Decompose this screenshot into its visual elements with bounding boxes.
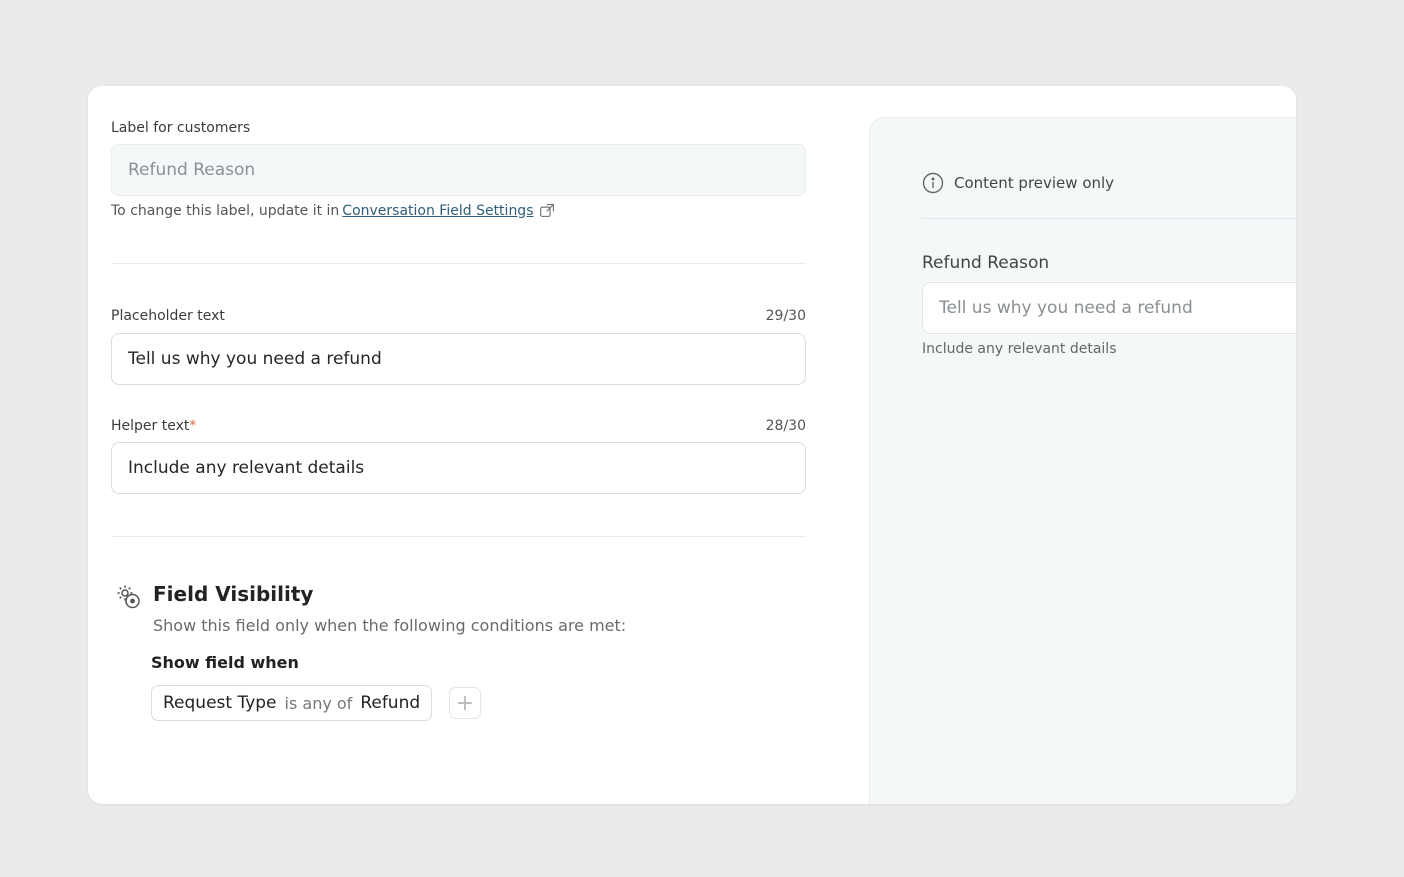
placeholder-text-input[interactable]: Tell us why you need a refund xyxy=(111,333,806,385)
helper-text-input[interactable]: Include any relevant details xyxy=(111,442,806,494)
preview-field-label: Refund Reason xyxy=(922,253,1050,273)
preview-divider xyxy=(922,218,1296,219)
preview-field-input: Tell us why you need a refund xyxy=(922,282,1296,334)
required-mark: * xyxy=(189,418,197,434)
info-icon xyxy=(922,172,944,194)
external-link-icon[interactable] xyxy=(539,202,556,219)
settings-form: Label for customers Refund Reason To cha… xyxy=(111,86,806,804)
helper-char-count: 28/30 xyxy=(765,418,806,434)
placeholder-char-count: 29/30 xyxy=(765,308,806,324)
field-settings-card: Label for customers Refund Reason To cha… xyxy=(88,86,1296,804)
helper-text-label-text: Helper text xyxy=(111,418,190,434)
field-visibility-subtitle: Show this field only when the following … xyxy=(153,616,627,635)
placeholder-text-value: Tell us why you need a refund xyxy=(128,349,382,369)
conversation-field-settings-link[interactable]: Conversation Field Settings xyxy=(342,203,533,219)
label-change-note-text: To change this label, update it in xyxy=(111,202,340,219)
helper-text-label: Helper text* xyxy=(111,418,196,434)
label-change-note: To change this label, update it in Conve… xyxy=(111,202,556,219)
field-visibility-title: Field Visibility xyxy=(153,582,314,606)
plus-icon: + xyxy=(455,690,475,716)
condition-value: Refund xyxy=(360,693,421,713)
section-divider xyxy=(111,263,806,264)
label-for-customers-label: Label for customers xyxy=(111,120,251,136)
visibility-condition-chip[interactable]: Request Type is any of Refund xyxy=(151,685,433,721)
helper-text-value: Include any relevant details xyxy=(128,458,365,478)
content-preview-panel: Content preview only Refund Reason Tell … xyxy=(869,117,1296,804)
placeholder-text-label: Placeholder text xyxy=(111,308,225,324)
label-for-customers-value: Refund Reason xyxy=(128,160,256,180)
content-preview-text: Content preview only xyxy=(954,174,1115,192)
section-divider xyxy=(111,536,806,537)
preview-helper-text: Include any relevant details xyxy=(922,341,1117,357)
show-field-when-label: Show field when xyxy=(151,653,299,672)
content-preview-notice: Content preview only xyxy=(922,172,1114,194)
add-condition-button[interactable]: + xyxy=(449,687,481,719)
condition-field: Request Type xyxy=(163,693,277,713)
condition-operator: is any of xyxy=(284,693,353,713)
visibility-settings-icon xyxy=(117,585,140,609)
label-for-customers-input: Refund Reason xyxy=(111,144,806,196)
preview-placeholder: Tell us why you need a refund xyxy=(939,298,1193,318)
